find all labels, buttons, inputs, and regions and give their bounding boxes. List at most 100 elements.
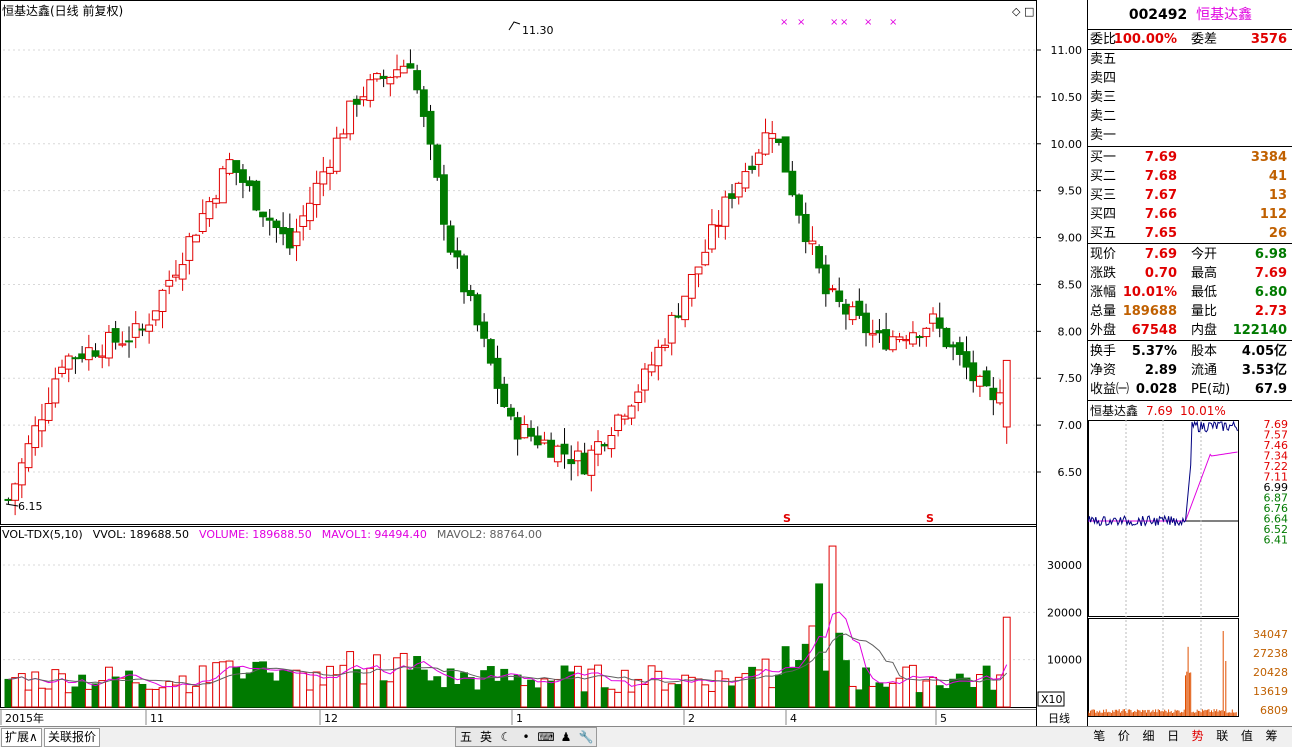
candle-body bbox=[513, 417, 522, 440]
candle-body bbox=[165, 279, 174, 287]
quote-tab-7[interactable]: 筹 bbox=[1259, 727, 1284, 746]
volume-bar bbox=[292, 669, 301, 708]
candle-body bbox=[285, 228, 294, 249]
english-icon[interactable]: 英 bbox=[476, 728, 496, 746]
mini-volume-label: 13619 bbox=[1253, 685, 1288, 698]
volume-bar bbox=[909, 664, 917, 708]
volume-value: VOLUME: 189688.50 bbox=[199, 528, 312, 541]
high-price-label: 11.30 bbox=[522, 24, 554, 37]
candle-body bbox=[352, 98, 361, 105]
stat-value: 10.01% bbox=[1122, 285, 1177, 300]
candle-body bbox=[17, 462, 26, 486]
volume-bar bbox=[11, 677, 20, 708]
stat-label: 股本 bbox=[1191, 344, 1218, 359]
volume-bar bbox=[145, 688, 154, 708]
sell-label: 卖四 bbox=[1090, 71, 1117, 86]
candle-body bbox=[627, 405, 636, 419]
wrench-icon[interactable]: 🔧 bbox=[576, 728, 596, 746]
volume-bar bbox=[178, 675, 187, 708]
candle-body bbox=[842, 303, 850, 315]
signal-x-marker: × bbox=[780, 17, 788, 28]
volume-bar bbox=[607, 688, 616, 708]
signal-x-marker: × bbox=[889, 17, 897, 28]
keyboard-icon[interactable]: ⌨ bbox=[536, 728, 556, 746]
stat-value: 67.9 bbox=[1254, 382, 1287, 397]
volume-bar bbox=[761, 658, 770, 708]
signal-x-marker: × bbox=[840, 17, 848, 28]
sell-row-4: 卖四 bbox=[1088, 69, 1292, 88]
volume-bar bbox=[821, 670, 830, 708]
five-stroke-icon[interactable]: 五 bbox=[456, 728, 476, 746]
candle-body bbox=[111, 328, 120, 343]
stock-name: 恒基达鑫 bbox=[1196, 7, 1253, 23]
quote-tab-0[interactable]: 笔 bbox=[1087, 727, 1112, 746]
stat-label: 内盘 bbox=[1191, 323, 1218, 338]
kline-chart[interactable]: ◇ □ 11.00 10.50 10.00 9.50 9.00 8.50 8.00 7.50 7.0… bbox=[0, 0, 1087, 726]
volume-bar bbox=[393, 657, 401, 708]
volume-bar bbox=[553, 678, 562, 708]
candle-body bbox=[902, 339, 911, 342]
quote-tab-2[interactable]: 细 bbox=[1136, 727, 1161, 746]
volume-bar bbox=[319, 684, 328, 708]
candle-body bbox=[721, 196, 730, 227]
volume-bar bbox=[426, 680, 435, 708]
candle-body bbox=[480, 321, 489, 339]
candle-body bbox=[51, 378, 60, 404]
mini-volume-label: 6809 bbox=[1260, 704, 1288, 717]
buy-label: 买四 bbox=[1090, 207, 1117, 222]
volume-bar bbox=[346, 651, 355, 708]
candle-body bbox=[507, 407, 515, 417]
candle-body bbox=[426, 110, 435, 145]
dot-icon[interactable]: • bbox=[516, 728, 536, 746]
volume-bar bbox=[366, 667, 375, 708]
quote-tab-4[interactable]: 势 bbox=[1185, 727, 1210, 746]
mini-avg-line bbox=[1088, 451, 1238, 522]
candle-body bbox=[346, 100, 355, 135]
volume-bar bbox=[493, 680, 502, 708]
candle-body bbox=[882, 329, 891, 350]
volume-bar bbox=[453, 683, 462, 708]
signal-x-marker: × bbox=[830, 17, 838, 28]
stat-value: 6.80 bbox=[1254, 285, 1287, 300]
mini-volume-label: 20428 bbox=[1253, 666, 1288, 679]
tab-expand[interactable]: 扩展∧ bbox=[1, 728, 42, 747]
quote-tab-5[interactable]: 联 bbox=[1210, 727, 1235, 746]
stat-row: 现价 7.69 今开 6.98 bbox=[1088, 245, 1292, 264]
volume-bar bbox=[379, 680, 388, 708]
volume-bar bbox=[748, 666, 757, 708]
moon-icon[interactable]: ☾ bbox=[496, 728, 516, 746]
candle-body bbox=[151, 310, 160, 321]
volume-bar bbox=[306, 689, 314, 708]
quote-tab-6[interactable]: 值 bbox=[1235, 727, 1260, 746]
stat-value: 3.53亿 bbox=[1241, 363, 1287, 378]
quote-tab-3[interactable]: 日 bbox=[1161, 727, 1186, 746]
user-icon[interactable]: ♟ bbox=[556, 728, 576, 746]
volume-bar bbox=[265, 672, 274, 708]
volume-bar bbox=[352, 669, 361, 708]
volume-bar bbox=[131, 682, 140, 708]
intraday-mini-chart[interactable]: 7.697.577.467.347.227.116.996.876.766.64… bbox=[1088, 420, 1292, 720]
volume-bar bbox=[808, 625, 817, 708]
stock-header: 002492 恒基达鑫 bbox=[1088, 4, 1292, 26]
candle-body bbox=[801, 213, 810, 243]
sell-row-2: 卖二 bbox=[1088, 107, 1292, 126]
volume-bar bbox=[728, 685, 736, 708]
quote-panel: 002492 恒基达鑫 委比 100.00% 委差 3576 恒基达鑫 7.69… bbox=[1087, 0, 1292, 746]
candle-body bbox=[64, 355, 73, 370]
tab-related-quotes[interactable]: 关联报价 bbox=[44, 728, 101, 747]
quote-tab-1[interactable]: 价 bbox=[1112, 727, 1137, 746]
volume-bar bbox=[922, 680, 931, 708]
volume-bar bbox=[634, 678, 643, 708]
candle-body bbox=[473, 294, 482, 326]
volume-indicator-header: VOL-TDX(5,10) VVOL: 189688.50 VOLUME: 1896… bbox=[2, 528, 552, 541]
candle-body bbox=[440, 174, 448, 225]
candle-body bbox=[647, 364, 656, 373]
candle-body bbox=[915, 336, 924, 339]
candle-body bbox=[634, 391, 643, 403]
volume-bar bbox=[942, 688, 951, 708]
candle-body bbox=[848, 306, 857, 321]
candle-body bbox=[386, 76, 395, 85]
time-axis-label: 11 bbox=[150, 712, 164, 725]
buy-label: 买三 bbox=[1090, 188, 1117, 203]
candle-body bbox=[319, 171, 328, 185]
